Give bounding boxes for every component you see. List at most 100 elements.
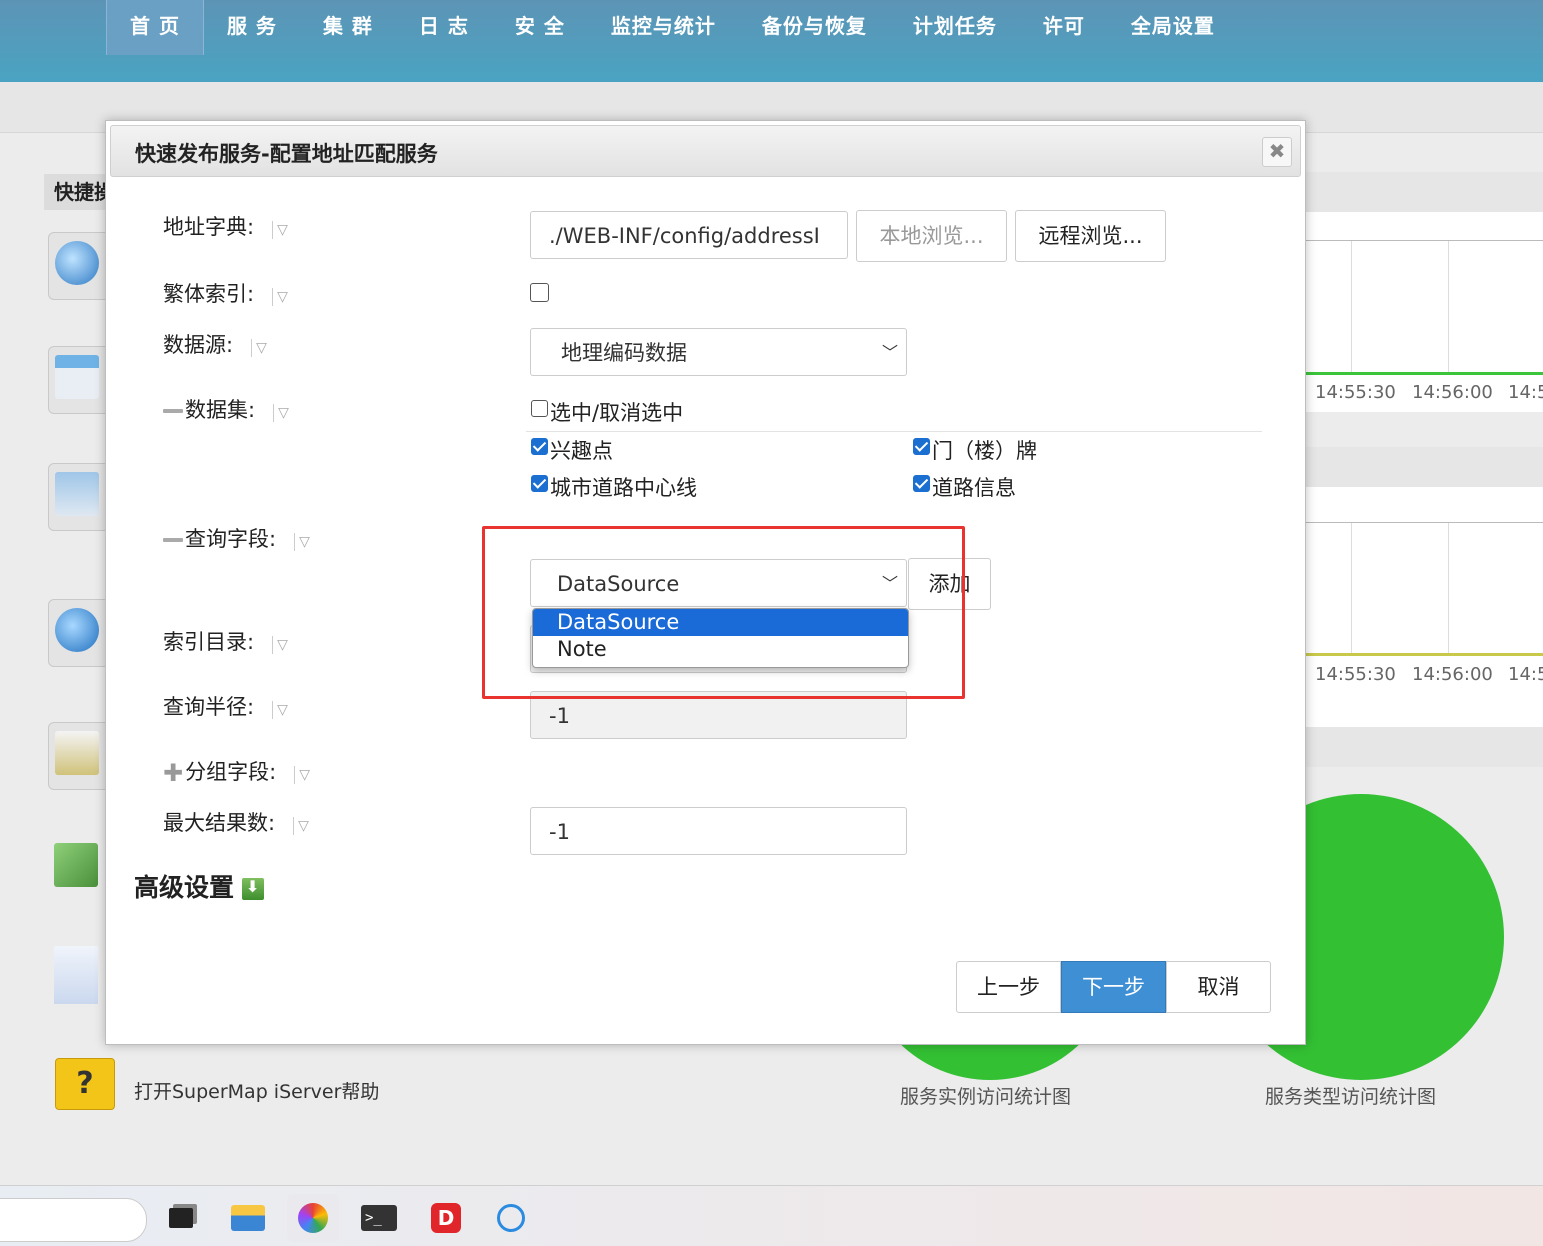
dataset-label-poi: 兴趣点 xyxy=(550,439,613,463)
browser-icon[interactable] xyxy=(287,1194,339,1242)
address-dict-label-text: 地址字典: xyxy=(163,215,255,239)
password-lock-icon[interactable] xyxy=(48,722,110,790)
datasource-label-text: 数据源: xyxy=(163,333,234,357)
help-link[interactable]: 打开SuperMap iServer帮助 xyxy=(134,1077,379,1104)
chart2-vgrid xyxy=(1448,523,1449,653)
chart2-series-line xyxy=(1304,653,1543,656)
query-fields-label-text: 查询字段: xyxy=(185,527,277,551)
chart1-vgrid xyxy=(1351,241,1352,373)
dataset-checkbox-poi[interactable] xyxy=(531,438,548,455)
traditional-index-checkbox[interactable] xyxy=(530,283,549,302)
cancel-button[interactable]: 取消 xyxy=(1166,961,1271,1013)
close-icon[interactable]: ✖ xyxy=(1262,137,1292,167)
nav-cluster[interactable]: 集 群 xyxy=(300,0,396,55)
help-caret-icon[interactable]: ▽ xyxy=(272,288,288,306)
download-arrow-icon[interactable] xyxy=(242,877,265,900)
computers-icon[interactable] xyxy=(48,463,110,531)
network-globe-icon[interactable] xyxy=(48,599,110,667)
group-fields-label: ✚分组字段: ▽ xyxy=(163,756,310,787)
select-all-label: 选中/取消选中 xyxy=(550,401,684,425)
nav-license[interactable]: 许可 xyxy=(1020,0,1108,55)
address-dict-input[interactable]: ./WEB-INF/config/addressI xyxy=(530,211,848,259)
dataset-checkbox-road-centerline[interactable] xyxy=(531,475,548,492)
d-app-icon[interactable]: D xyxy=(420,1194,472,1242)
chart1-tick: 14:55:30 xyxy=(1315,382,1396,403)
chart2-tick: 14:5 xyxy=(1508,664,1543,685)
nav-security[interactable]: 安 全 xyxy=(492,0,588,55)
chart1-tick: 14:56:00 xyxy=(1412,382,1493,403)
nav-backup[interactable]: 备份与恢复 xyxy=(739,0,890,55)
max-results-label: 最大结果数: ▽ xyxy=(163,807,309,837)
chart1-gridline xyxy=(1304,240,1543,241)
help-caret-icon[interactable]: ▽ xyxy=(293,817,309,835)
help-folder-icon[interactable]: ? xyxy=(55,1058,115,1110)
terminal-icon[interactable]: >_ xyxy=(353,1194,405,1242)
help-caret-icon[interactable]: ▽ xyxy=(294,766,310,784)
nav-home[interactable]: 首 页 xyxy=(106,0,204,55)
advanced-settings-label: 高级设置 xyxy=(134,873,235,902)
advanced-settings-toggle[interactable]: 高级设置 xyxy=(134,868,265,904)
chart1-header xyxy=(1304,172,1543,212)
help-caret-icon[interactable]: ▽ xyxy=(272,221,288,239)
dataset-label-road-info: 道路信息 xyxy=(932,476,1016,500)
group-fields-label-text: 分组字段: xyxy=(185,760,277,784)
chart2-panel xyxy=(1304,487,1543,727)
globe-cursor-icon[interactable] xyxy=(48,232,110,300)
expand-icon[interactable]: ✚ xyxy=(163,759,183,787)
datasource-select[interactable]: 地理编码数据 ﹀ xyxy=(530,328,907,376)
nav-services[interactable]: 服 务 xyxy=(204,0,300,55)
dataset-checkbox-doorplate[interactable] xyxy=(913,438,930,455)
chart2-vgrid xyxy=(1351,523,1352,653)
nav-logs[interactable]: 日 志 xyxy=(396,0,492,55)
chevron-down-icon: ﹀ xyxy=(881,343,898,362)
chart2-gridline xyxy=(1304,522,1543,523)
nav-monitoring[interactable]: 监控与统计 xyxy=(588,0,739,55)
top-navbar: 首 页 服 务 集 群 日 志 安 全 监控与统计 备份与恢复 计划任务 许可 … xyxy=(0,0,1543,82)
next-step-button[interactable]: 下一步 xyxy=(1061,961,1166,1013)
collapse-icon[interactable] xyxy=(163,409,183,413)
datasource-select-value: 地理编码数据 xyxy=(561,341,687,365)
max-results-label-text: 最大结果数: xyxy=(163,811,276,835)
query-fields-label: 查询字段: ▽ xyxy=(163,523,310,553)
dataset-checkbox-road-info[interactable] xyxy=(913,475,930,492)
nav-global-settings[interactable]: 全局设置 xyxy=(1108,0,1238,55)
index-dir-label: 索引目录: ▽ xyxy=(163,626,288,656)
dataset-label: 数据集: ▽ xyxy=(163,394,289,424)
traditional-index-label: 繁体索引: ▽ xyxy=(163,278,288,308)
dataset-label-road-centerline: 城市道路中心线 xyxy=(550,476,697,500)
chat-app-icon[interactable] xyxy=(485,1194,537,1242)
pie1-label: 服务实例访问统计图 xyxy=(900,1086,1072,1108)
remote-browse-button[interactable]: 远程浏览... xyxy=(1015,210,1166,262)
chart2-tick: 14:55:30 xyxy=(1315,664,1396,685)
chart2-tick: 14:56:00 xyxy=(1412,664,1493,685)
help-caret-icon[interactable]: ▽ xyxy=(272,701,288,719)
window-gear-icon[interactable] xyxy=(48,346,110,414)
datasource-label: 数据源: ▽ xyxy=(163,329,267,359)
file-explorer-icon[interactable] xyxy=(222,1194,274,1242)
help-caret-icon[interactable]: ▽ xyxy=(273,404,289,422)
nav-scheduled-tasks[interactable]: 计划任务 xyxy=(890,0,1020,55)
pie2-label: 服务类型访问统计图 xyxy=(1265,1086,1437,1108)
select-all-checkbox[interactable] xyxy=(531,400,548,417)
main-nav: 首 页 服 务 集 群 日 志 安 全 监控与统计 备份与恢复 计划任务 许可 … xyxy=(106,0,1238,55)
dataset-label-text: 数据集: xyxy=(185,398,256,422)
address-dict-label: 地址字典: ▽ xyxy=(163,211,288,241)
document-settings-icon[interactable] xyxy=(48,938,108,1004)
task-view-icon[interactable] xyxy=(155,1194,207,1242)
chart3-header xyxy=(1304,727,1543,767)
dialog-header: 快速发布服务-配置地址匹配服务 ✖ xyxy=(110,125,1301,177)
publish-service-dialog: 快速发布服务-配置地址匹配服务 ✖ 地址字典: ▽ ./WEB-INF/confi… xyxy=(105,120,1306,1045)
max-results-input[interactable]: -1 xyxy=(530,807,907,855)
local-browse-button[interactable]: 本地浏览... xyxy=(856,210,1007,262)
dataset-label-doorplate: 门（楼）牌 xyxy=(932,439,1037,463)
index-dir-label-text: 索引目录: xyxy=(163,630,255,654)
help-caret-icon[interactable]: ▽ xyxy=(272,636,288,654)
config-tools-icon[interactable] xyxy=(48,835,108,901)
dialog-title: 快速发布服务-配置地址匹配服务 xyxy=(135,142,438,166)
help-caret-icon[interactable]: ▽ xyxy=(251,339,267,357)
prev-step-button[interactable]: 上一步 xyxy=(956,961,1061,1013)
chart1-tick: 14:5 xyxy=(1508,382,1543,403)
taskbar-search-box[interactable] xyxy=(0,1198,147,1242)
collapse-icon[interactable] xyxy=(163,538,183,542)
help-caret-icon[interactable]: ▽ xyxy=(294,533,310,551)
